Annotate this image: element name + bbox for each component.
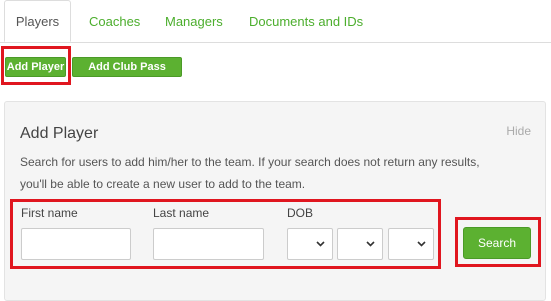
first-name-input[interactable] bbox=[21, 228, 131, 260]
last-name-input[interactable] bbox=[153, 228, 264, 260]
chevron-down-icon bbox=[316, 241, 325, 247]
dob-day-select[interactable] bbox=[287, 228, 333, 260]
search-button[interactable]: Search bbox=[463, 227, 531, 259]
chevron-down-icon bbox=[366, 241, 375, 247]
add-player-button[interactable]: Add Player bbox=[5, 57, 66, 77]
tab-coaches[interactable]: Coaches bbox=[89, 0, 140, 42]
last-name-label: Last name bbox=[153, 206, 210, 220]
tab-managers[interactable]: Managers bbox=[165, 0, 223, 42]
panel-title: Add Player bbox=[20, 125, 99, 142]
panel-description: Search for users to add him/her to the t… bbox=[20, 151, 510, 195]
dob-year-select[interactable] bbox=[388, 228, 434, 260]
chevron-down-icon bbox=[417, 241, 426, 247]
description-line-1: Search for users to add him/her to the t… bbox=[20, 155, 480, 169]
first-name-label: First name bbox=[21, 206, 78, 220]
dob-month-select[interactable] bbox=[337, 228, 383, 260]
tab-documents-and-ids[interactable]: Documents and IDs bbox=[249, 0, 363, 42]
description-line-2: you'll be able to create a new user to a… bbox=[20, 177, 306, 191]
tab-players[interactable]: Players bbox=[4, 0, 71, 42]
tab-bar: Players Coaches Managers Documents and I… bbox=[0, 0, 551, 43]
dob-label: DOB bbox=[287, 206, 314, 220]
add-club-pass-player-button[interactable]: Add Club Pass Player bbox=[72, 57, 182, 91]
hide-link[interactable]: Hide bbox=[506, 124, 531, 138]
